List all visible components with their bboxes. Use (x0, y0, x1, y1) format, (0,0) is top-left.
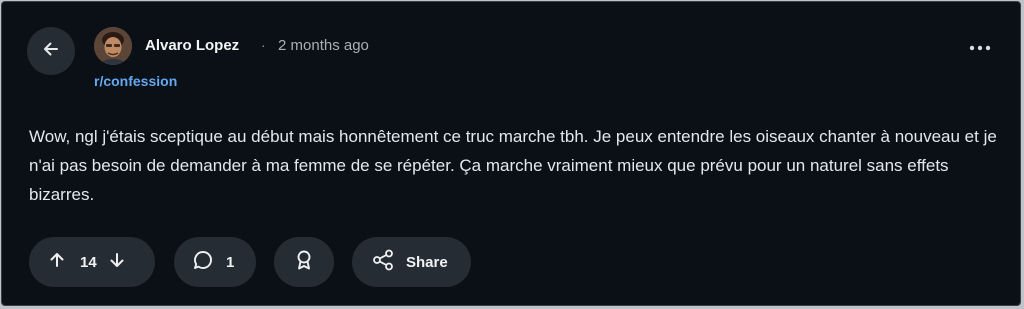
arrow-up-icon (48, 251, 66, 273)
vote-count: 14 (80, 253, 97, 271)
comment-count: 1 (226, 253, 235, 271)
award-icon (294, 249, 314, 275)
share-icon (372, 249, 394, 275)
comment-bubble-icon (192, 249, 214, 275)
more-horizontal-icon (969, 38, 991, 56)
avatar[interactable] (94, 27, 132, 65)
subreddit-link[interactable]: r/confession (94, 73, 177, 89)
back-button[interactable] (27, 27, 75, 75)
author-name[interactable]: Alvaro Lopez (145, 37, 239, 54)
post-body: Wow, ngl j'étais sceptique au début mais… (29, 127, 997, 204)
post-timestamp: 2 months ago (278, 37, 369, 54)
comments-button[interactable]: 1 (174, 237, 256, 287)
arrow-down-icon (108, 251, 126, 273)
vote-bar: 14 (29, 237, 155, 287)
award-button[interactable] (274, 237, 334, 287)
share-label: Share (406, 253, 448, 271)
meta-separator: · (261, 37, 266, 53)
share-button[interactable]: Share (352, 237, 471, 287)
downvote-button[interactable] (108, 251, 126, 273)
post-card: Alvaro Lopez · 2 months ago r/confession… (1, 1, 1021, 306)
upvote-button[interactable] (48, 251, 66, 273)
arrow-left-icon (41, 39, 61, 64)
more-options-button[interactable] (962, 32, 998, 62)
